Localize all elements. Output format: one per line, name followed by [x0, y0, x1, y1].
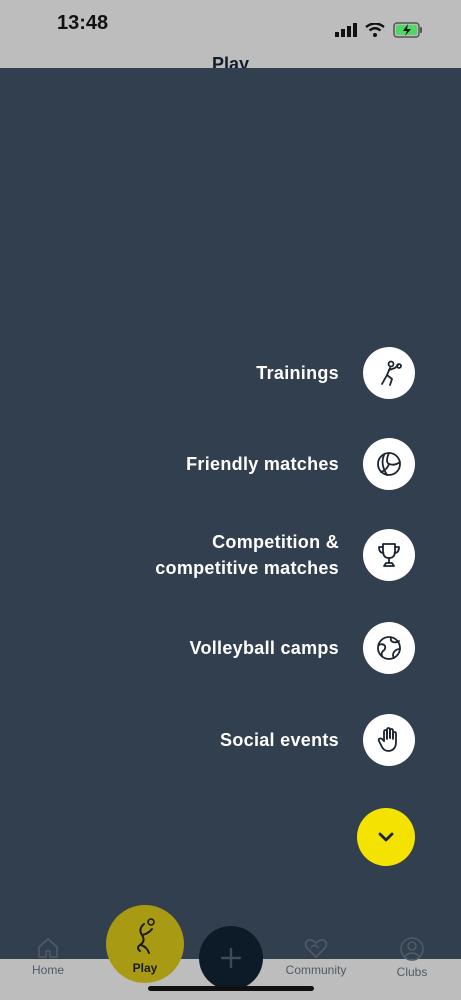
tab-community[interactable]: Community — [280, 936, 352, 977]
signal-icon — [335, 23, 357, 37]
menu-item-label: Social events — [220, 730, 339, 750]
menu-item-competition[interactable]: Competition & competitive matches — [155, 529, 415, 581]
menu-item-label: Friendly matches — [186, 454, 339, 474]
menu-item-trainings[interactable]: Trainings — [256, 347, 415, 399]
menu-item-friendly-matches[interactable]: Friendly matches — [186, 438, 415, 490]
home-indicator — [148, 986, 314, 991]
add-button[interactable] — [199, 926, 263, 990]
menu-item-label: Competition & competitive matches — [155, 532, 339, 578]
home-icon — [38, 938, 58, 958]
tab-label: Community — [285, 963, 347, 977]
menu-item-volleyball-camps[interactable]: Volleyball camps — [189, 622, 415, 674]
plus-icon — [220, 947, 242, 969]
tab-label: Clubs — [396, 965, 428, 979]
tab-label: Home — [31, 963, 64, 977]
status-time: 13:48 — [57, 12, 109, 34]
globe-ball-icon[interactable] — [363, 622, 415, 674]
trophy-icon[interactable] — [363, 529, 415, 581]
status-icons — [335, 22, 423, 38]
volleyball-player-icon — [137, 918, 155, 954]
volleyball-icon[interactable] — [363, 438, 415, 490]
tab-play[interactable]: Play — [106, 905, 184, 983]
tab-clubs[interactable]: Clubs — [392, 936, 432, 979]
tab-home[interactable]: Home — [28, 936, 68, 977]
menu-item-label: Volleyball camps — [189, 638, 339, 658]
menu-item-social-events[interactable]: Social events — [220, 714, 415, 766]
hand-wave-icon[interactable] — [363, 714, 415, 766]
close-menu-button[interactable] — [357, 808, 415, 866]
battery-charging-icon — [393, 22, 422, 38]
wifi-icon — [365, 23, 385, 37]
user-circle-icon — [400, 937, 424, 961]
menu-item-label: Trainings — [256, 363, 339, 383]
heart-handshake-icon — [304, 939, 328, 958]
trainer-person-icon[interactable] — [363, 347, 415, 399]
chevron-down-icon — [378, 832, 394, 842]
tab-label: Play — [132, 961, 158, 975]
